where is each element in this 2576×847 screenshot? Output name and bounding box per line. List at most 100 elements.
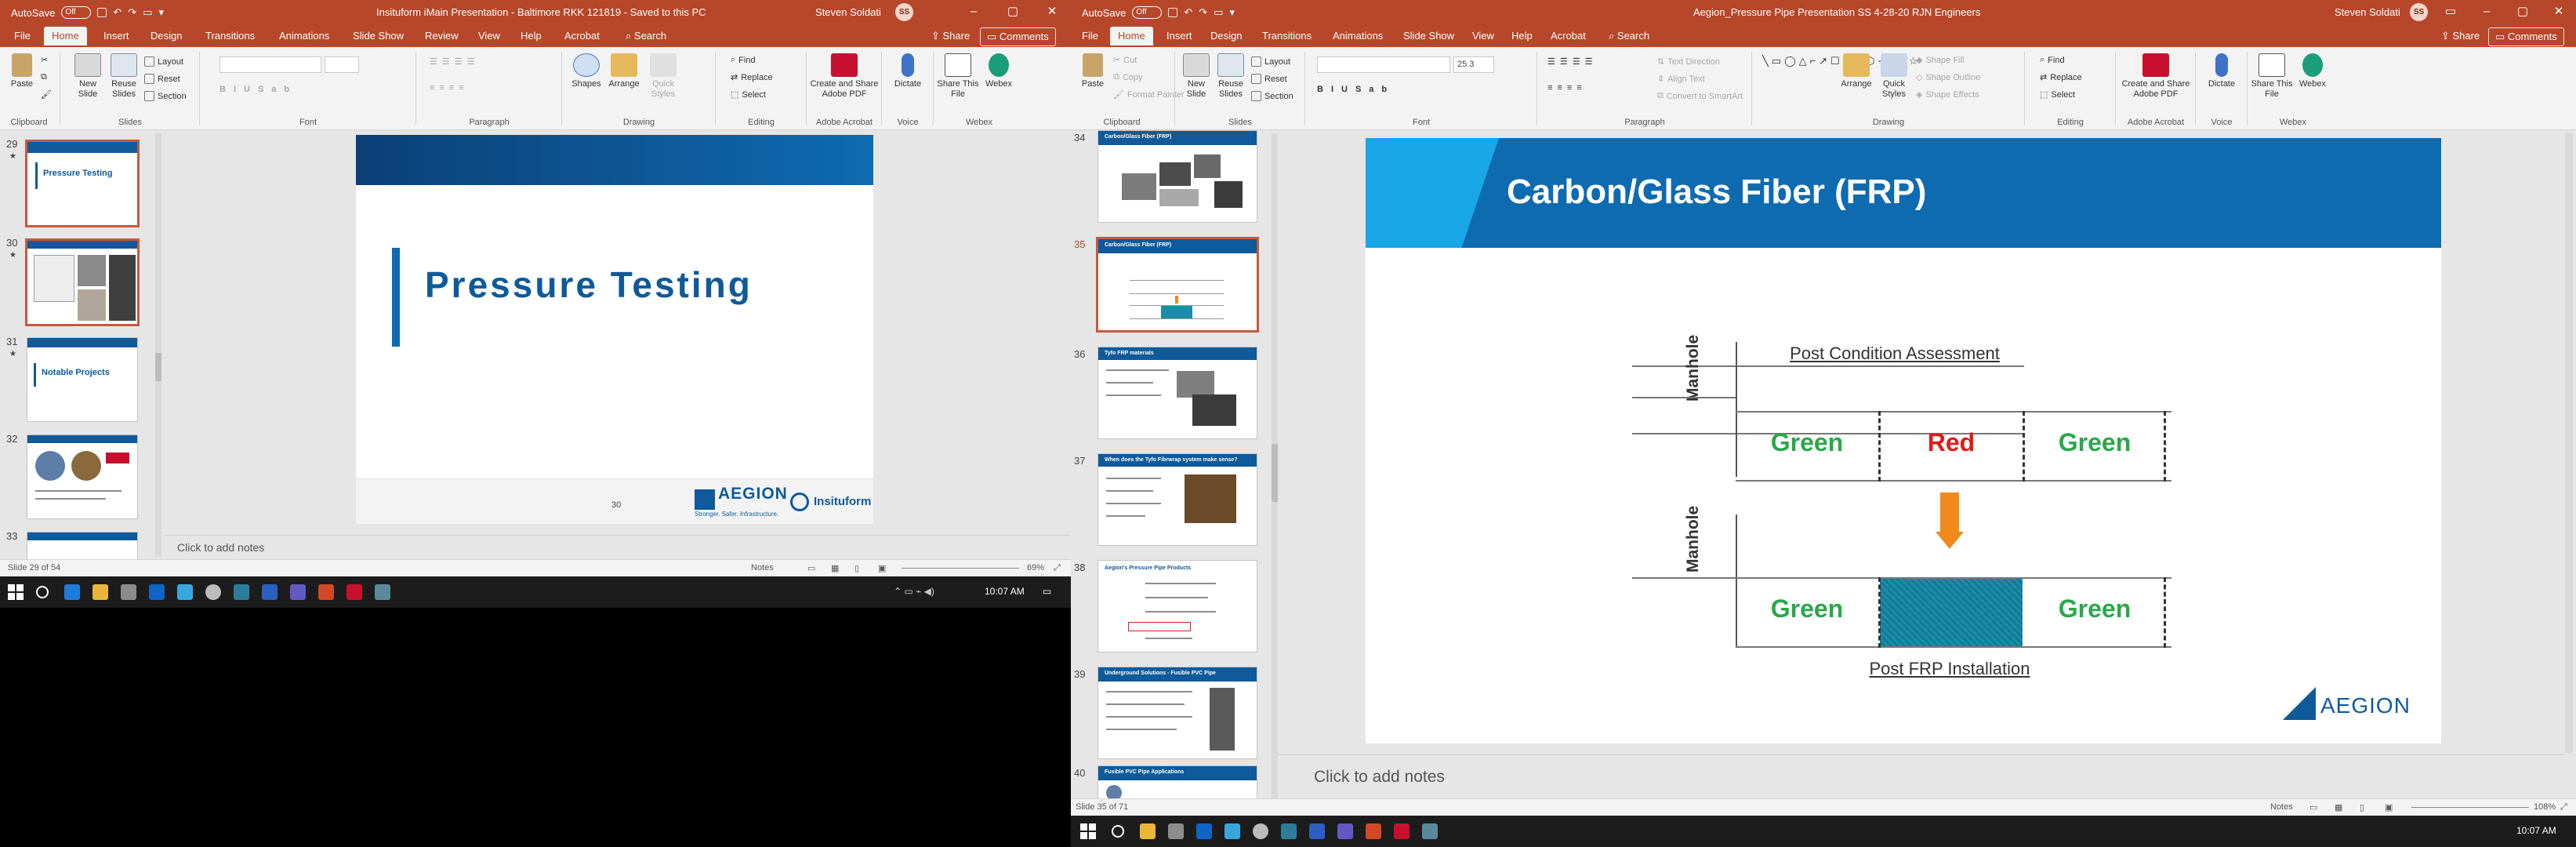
share-this-file-button[interactable]: Share This File [2250,53,2294,100]
undo-icon[interactable]: ↶ [113,6,122,19]
new-slide-button[interactable]: New Slide [72,53,103,100]
app-icon[interactable] [1422,823,1438,839]
right-slide-canvas[interactable]: Carbon/Glass Fiber (FRP) Post Condition … [1366,138,2441,743]
align-buttons[interactable]: ≡≡≡≡ [430,83,469,93]
user-name[interactable]: Steven Soldati [815,6,881,18]
tab-insert[interactable]: Insert [103,30,129,42]
slideshow-view-icon[interactable]: ▣ [2385,802,2393,812]
align-text-button[interactable]: ⇕ Align Text [1657,74,1705,85]
sorter-view-icon[interactable]: ▦ [831,563,839,573]
arrange-button[interactable]: Arrange [1839,53,1874,89]
normal-view-icon[interactable]: ▭ [807,563,815,573]
edge-icon[interactable] [64,584,80,600]
align-buttons[interactable]: ≡≡≡≡ [1547,83,1587,93]
chrome-icon[interactable] [205,584,221,600]
quick-styles-button[interactable]: Quick Styles [1877,53,1911,100]
app-icon[interactable] [262,584,278,600]
undo-icon[interactable]: ↶ [1184,6,1192,19]
app-icon[interactable] [234,584,249,600]
section-button[interactable]: Section [144,91,187,101]
create-share-pdf-button[interactable]: Create and Share Adobe PDF [809,53,880,100]
thumb-slide-30[interactable] [25,238,140,326]
tab-file[interactable]: File [14,30,31,42]
search-box[interactable]: ⌕ Search [626,30,666,42]
tab-file[interactable]: File [1082,30,1098,42]
store-icon[interactable] [121,584,136,600]
thumb-slide-38[interactable]: Aegion's Pressure Pipe Products [1098,560,1257,653]
powerpoint-icon[interactable] [318,584,334,600]
tab-transitions[interactable]: Transitions [1262,30,1312,42]
thumb-slide-29[interactable]: Pressure Testing [25,140,140,227]
powerpoint-icon[interactable] [1366,823,1381,839]
select-button[interactable]: ⬚ Select [731,89,766,100]
list-buttons[interactable]: ☰☰☰☰ [430,56,479,67]
zoom-level[interactable]: 69% [1027,563,1044,573]
convert-smartart-button[interactable]: ⧉ Convert to SmartArt [1657,91,1743,101]
share-this-file-button[interactable]: Share This File [936,53,980,100]
notes-toggle[interactable]: Notes [751,563,774,573]
notes-pane[interactable]: Click to add notes [165,535,1071,559]
replace-button[interactable]: ⇄ Replace [731,72,773,83]
present-icon[interactable]: ▭ [143,6,152,19]
fit-slide-icon[interactable]: ⤢ [1054,563,1061,573]
search-icon[interactable] [1112,825,1124,838]
reuse-slides-button[interactable]: Reuse Slides [1215,53,1246,100]
shapes-gallery[interactable]: ╲▭◯△⌐↗☐⬠▷⬡⟶{}☆ [1762,55,1917,105]
thumb-slide-33[interactable] [27,532,138,559]
thumb-slide-35[interactable]: Carbon/Glass Fiber (FRP) [1096,237,1259,333]
tab-design[interactable]: Design [1210,30,1242,42]
close-icon[interactable]: ✕ [1044,5,1060,19]
app-icon[interactable] [1225,823,1240,839]
thumb-slide-36[interactable]: Tyfo FRP materials [1098,347,1257,439]
windows-start-icon[interactable] [8,584,24,600]
maximize-icon[interactable]: ▢ [1005,5,1021,19]
copy-icon[interactable]: ⧉ [41,72,47,82]
comments-button[interactable]: ▭ Comments [2488,27,2564,46]
thumb-slide-34[interactable]: Carbon/Glass Fiber (FRP) [1098,130,1257,223]
reuse-slides-button[interactable]: Reuse Slides [108,53,140,100]
file-explorer-icon[interactable] [93,584,108,600]
app-icon[interactable] [1309,823,1325,839]
font-name-combo[interactable] [220,56,321,73]
chrome-icon[interactable] [1253,823,1268,839]
save-icon[interactable] [1168,8,1178,17]
zoom-slider[interactable] [2411,807,2529,808]
app-icon[interactable] [375,584,390,600]
shapes-button[interactable]: Shapes [571,53,602,89]
notification-icon[interactable]: ▭ [1043,586,1051,597]
webex-button[interactable]: Webex [981,53,1016,89]
dictate-button[interactable]: Dictate [2203,53,2240,89]
thumb-slide-37[interactable]: When does the Tyfo Fibrwrap system make … [1098,453,1257,546]
tab-animations[interactable]: Animations [279,30,329,42]
find-button[interactable]: ⌕ Find [731,55,756,65]
reading-view-icon[interactable]: ▯ [2360,802,2364,812]
windows-start-icon[interactable] [1080,823,1096,839]
font-size-combo[interactable]: 25.3 [1453,56,1494,73]
autosave-toggle[interactable]: Off [61,6,92,19]
tab-home[interactable]: Home [44,27,87,47]
slide-scrollbar[interactable] [2565,133,2573,753]
customize-qat-icon[interactable]: ▾ [1229,6,1235,19]
shape-effects-button[interactable]: ◈ Shape Effects [1916,89,1979,100]
shape-outline-button[interactable]: ◇ Shape Outline [1916,72,1980,83]
thumb-slide-31[interactable]: Notable Projects [27,337,138,422]
tab-transitions[interactable]: Transitions [205,30,255,42]
left-slide-canvas[interactable]: Pressure Testing 30 AEGION Stronger. Saf… [356,135,873,524]
font-size-combo[interactable] [325,56,359,73]
cut-icon[interactable]: ✂ [41,55,48,65]
thumb-scroll-thumb[interactable] [155,353,161,381]
avatar[interactable]: SS [895,3,913,21]
clock[interactable]: 10:07 AM [2516,825,2556,836]
section-button[interactable]: Section [1251,91,1293,101]
thumb-slide-39[interactable]: Underground Solutions - Fusible PVC Pipe [1098,667,1257,759]
layout-button[interactable]: Layout [1251,56,1290,67]
search-box[interactable]: ⌕ Search [1609,30,1649,42]
avatar[interactable]: SS [2410,3,2428,21]
app-icon[interactable] [1281,823,1297,839]
thumb-scroll-thumb[interactable] [1272,444,1278,502]
tab-acrobat[interactable]: Acrobat [1551,30,1586,42]
replace-button[interactable]: ⇄ Replace [2040,72,2082,83]
zoom-level[interactable]: 108% [2534,802,2556,812]
share-button[interactable]: ⇪ Share [2435,27,2486,45]
font-format-buttons[interactable]: BIUSab [220,85,297,94]
